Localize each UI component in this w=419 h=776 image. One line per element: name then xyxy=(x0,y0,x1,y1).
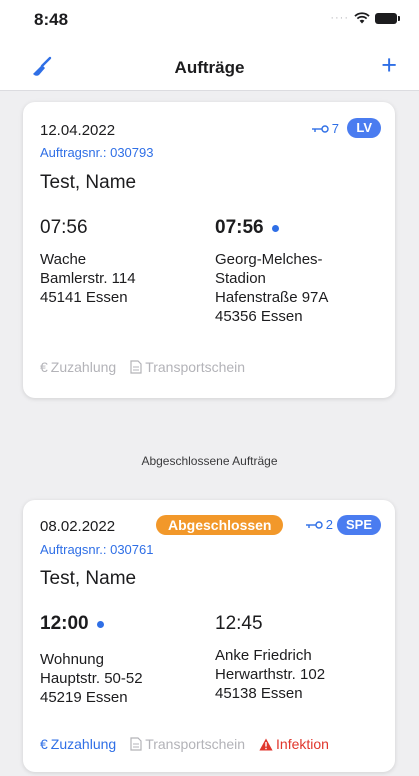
warning-icon xyxy=(259,738,273,750)
battery-icon xyxy=(375,12,400,24)
euro-icon: € xyxy=(40,359,48,375)
card-footer: € Zuzahlung Transportschein xyxy=(40,359,259,375)
pickup-time: 12:00 xyxy=(40,613,104,635)
dropoff-address: Georg-Melches- Stadion Hafenstraße 97A 4… xyxy=(215,250,328,326)
active-dot-icon xyxy=(271,224,279,232)
key-count: 2 xyxy=(305,517,333,532)
dropoff-time: 07:56 xyxy=(215,217,279,239)
transport-type-badge: SPE xyxy=(336,515,381,535)
transportschein-label: Transportschein xyxy=(145,359,246,375)
address-line: Wohnung xyxy=(40,651,104,668)
page-title: Aufträge xyxy=(174,58,245,77)
document-icon xyxy=(130,360,142,374)
key-icon xyxy=(311,124,329,133)
pickup-address: Wache Bamlerstr. 114 45141 Essen xyxy=(40,250,136,307)
address-line: 45141 Essen xyxy=(40,289,128,306)
document-icon xyxy=(130,737,142,751)
pickup-time-value: 07:56 xyxy=(40,217,88,238)
transport-type-badge: LV xyxy=(347,118,381,138)
active-dot-icon xyxy=(96,620,104,628)
order-number: Auftragsnr.: 030761 xyxy=(40,542,154,557)
key-count-value: 7 xyxy=(331,121,339,136)
euro-icon: € xyxy=(40,736,48,752)
address-line: Herwarthstr. 102 xyxy=(215,666,326,683)
infektion-indicator[interactable]: Infektion xyxy=(259,736,329,752)
address-line: Wache xyxy=(40,251,87,268)
dropoff-time-value: 07:56 xyxy=(215,217,264,238)
order-card[interactable]: 12.04.2022 Auftragsnr.: 030793 7 LV Test… xyxy=(23,102,395,398)
add-order-button[interactable]: + xyxy=(381,52,397,79)
infektion-label: Infektion xyxy=(276,736,329,752)
signal-icon: ···· xyxy=(330,12,349,24)
key-icon xyxy=(305,520,323,529)
transportschein-indicator[interactable]: Transportschein xyxy=(130,736,245,752)
section-completed-label: Abgeschlossene Aufträge xyxy=(141,454,278,468)
zuzahlung-indicator[interactable]: € Zuzahlung xyxy=(40,359,116,375)
address-line: 45138 Essen xyxy=(215,685,303,702)
transportschein-label: Transportschein xyxy=(145,736,246,752)
status-icons: ···· xyxy=(330,12,400,24)
pickup-time: 07:56 xyxy=(40,217,88,239)
address-line: Anke Friedrich xyxy=(215,647,312,664)
zuzahlung-label: Zuzahlung xyxy=(50,736,117,752)
patient-name: Test, Name xyxy=(40,568,137,589)
dropoff-time-value: 12:45 xyxy=(215,613,263,634)
address-line: Georg-Melches- xyxy=(215,251,323,268)
address-line: Stadion xyxy=(215,270,266,287)
status-bar: 8:48 ···· xyxy=(0,0,419,40)
order-number: Auftragsnr.: 030793 xyxy=(40,145,154,160)
pickup-time-value: 12:00 xyxy=(40,613,89,634)
address-line: 45219 Essen xyxy=(40,689,128,706)
address-line: Hauptstr. 50-52 xyxy=(40,670,143,687)
dropoff-time: 12:45 xyxy=(215,613,263,635)
address-line: 45356 Essen xyxy=(215,308,303,325)
wifi-icon xyxy=(354,12,370,24)
key-count-value: 2 xyxy=(325,517,333,532)
address-line: Hafenstraße 97A xyxy=(215,289,329,306)
transportschein-indicator[interactable]: Transportschein xyxy=(130,359,245,375)
status-badge: Abgeschlossen xyxy=(156,515,284,535)
status-time: 8:48 xyxy=(34,10,69,29)
nav-bar: Aufträge + xyxy=(0,40,419,91)
key-count: 7 xyxy=(311,121,339,136)
patient-name: Test, Name xyxy=(40,172,137,193)
order-card[interactable]: 08.02.2022 Auftragsnr.: 030761 Abgeschlo… xyxy=(23,500,395,772)
address-line: Bamlerstr. 114 xyxy=(40,270,136,287)
order-date: 12.04.2022 xyxy=(40,122,116,139)
pickup-address: Wohnung Hauptstr. 50-52 45219 Essen xyxy=(40,650,143,707)
order-date: 08.02.2022 xyxy=(40,518,116,535)
zuzahlung-label: Zuzahlung xyxy=(50,359,117,375)
card-footer: € Zuzahlung Transportschein Infektion xyxy=(40,736,343,752)
zuzahlung-indicator[interactable]: € Zuzahlung xyxy=(40,736,116,752)
dropoff-address: Anke Friedrich Herwarthstr. 102 45138 Es… xyxy=(215,646,325,703)
